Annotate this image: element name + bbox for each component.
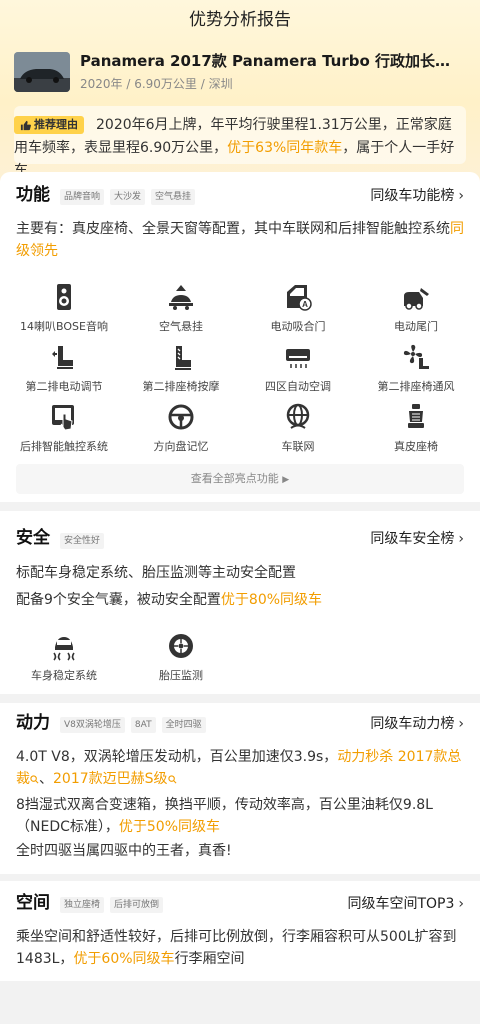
safety-rank-link[interactable]: 同级车安全榜 › bbox=[370, 529, 464, 549]
feature-item[interactable]: 空气悬挂 bbox=[121, 282, 241, 334]
feature-item-label: 车联网 bbox=[281, 440, 315, 453]
power-para3: 全时四驱当属四驱中的王者，真香! bbox=[16, 843, 232, 859]
chip: 全时四驱 bbox=[161, 717, 206, 733]
feature-item[interactable]: 真皮座椅 bbox=[356, 402, 476, 454]
safety-line2: 配备9个安全气囊，被动安全配置优于80%同级车 bbox=[16, 589, 466, 611]
space-rank-link[interactable]: 同级车空间TOP3 › bbox=[347, 894, 464, 914]
safety-item[interactable]: 车身稳定系统 bbox=[4, 631, 124, 683]
feature-item[interactable]: 14喇叭BOSE音响 bbox=[4, 282, 124, 334]
svg-text:A: A bbox=[302, 300, 308, 309]
view-all-features-button[interactable]: 查看全部亮点功能 ▶ bbox=[16, 464, 464, 494]
power-chips: V8双涡轮增压 8AT 全时四驱 bbox=[60, 717, 206, 733]
search-icon bbox=[30, 774, 39, 783]
space-para1-text: 行李厢空间 bbox=[174, 951, 245, 967]
feature-rank-label: 同级车功能榜 bbox=[370, 188, 455, 204]
safety-line2-text: 配备9个安全气囊，被动安全配置 bbox=[16, 592, 221, 608]
air-suspension-icon bbox=[169, 285, 193, 310]
feature-title: 功能 bbox=[16, 185, 50, 205]
power-para1-text: 4.0T V8，双涡轮增压发动机，百公里加速仅3.9s， bbox=[16, 749, 338, 765]
tailgate-icon bbox=[404, 288, 429, 310]
ac-icon bbox=[286, 349, 310, 368]
chip: 后排可放倒 bbox=[110, 897, 164, 913]
power-title: 动力 bbox=[16, 713, 50, 733]
view-all-features-label: 查看全部亮点功能 bbox=[190, 472, 279, 485]
feature-item[interactable]: 第二排座椅按摩 bbox=[121, 342, 241, 394]
feature-item[interactable]: 电动尾门 bbox=[356, 282, 476, 334]
feature-item[interactable]: 第二排座椅通风 bbox=[356, 342, 476, 394]
chip: 安全性好 bbox=[60, 533, 105, 549]
feature-item-label: 后排智能触控系统 bbox=[20, 440, 108, 453]
chip: 品牌音响 bbox=[60, 189, 105, 205]
seat-massage-icon bbox=[175, 346, 191, 370]
feature-item[interactable]: A 电动吸合门 bbox=[238, 282, 358, 334]
fan-icon bbox=[403, 344, 429, 369]
power-rank-label: 同级车动力榜 bbox=[370, 716, 455, 732]
chip: V8双涡轮增压 bbox=[60, 717, 125, 733]
feature-item-label: 真皮座椅 bbox=[394, 440, 438, 453]
space-para1: 乘坐空间和舒适性较好，后排可比例放倒，行李厢容积可从500L扩容到1483L，优… bbox=[16, 926, 466, 970]
feature-chips: 品牌音响 大沙发 空气悬挂 bbox=[60, 189, 196, 205]
page-title: 优势分析报告 bbox=[189, 10, 291, 30]
chip: 大沙发 bbox=[110, 189, 146, 205]
stability-icon bbox=[53, 637, 75, 661]
car-meta: 2020年 / 6.90万公里 / 深圳 bbox=[80, 77, 233, 91]
safety-title: 安全 bbox=[16, 528, 50, 548]
feature-item[interactable]: 车联网 bbox=[238, 402, 358, 454]
feature-item-label: 第二排座椅按摩 bbox=[142, 380, 220, 393]
power-para1: 4.0T V8，双涡轮增压发动机，百公里加速仅3.9s，动力秒杀 2017款总裁… bbox=[16, 749, 462, 787]
door-icon: A bbox=[287, 285, 312, 311]
feature-item-label: 四区自动空调 bbox=[265, 380, 331, 393]
touch-icon bbox=[52, 405, 74, 431]
safety-item[interactable]: 胎压监测 bbox=[121, 631, 241, 683]
chip: 8AT bbox=[130, 717, 156, 733]
safety-chips: 安全性好 bbox=[60, 533, 105, 549]
feature-item[interactable]: 方向盘记忆 bbox=[121, 402, 241, 454]
power-para2-highlight: 优于50%同级车 bbox=[118, 819, 220, 835]
feature-desc-text: 主要有：真皮座椅、全景天窗等配置，其中车联网和后排智能触控系统 bbox=[16, 221, 450, 237]
speaker-icon bbox=[57, 284, 71, 310]
feature-rank-link[interactable]: 同级车功能榜 › bbox=[370, 186, 464, 206]
power-para2: 8挡湿式双离合变速箱，换挡平顺，传动效率高，百公里油耗仅9.8L（NEDC标准）… bbox=[16, 794, 466, 838]
safety-item-label: 胎压监测 bbox=[159, 669, 203, 682]
recommend-highlight: 优于63%同年款车 bbox=[227, 140, 343, 156]
feature-item-label: 电动尾门 bbox=[394, 320, 438, 333]
steering-wheel-icon bbox=[168, 404, 194, 430]
feature-item-label: 方向盘记忆 bbox=[153, 440, 209, 453]
power-para2-text: 8挡湿式双离合变速箱，换挡平顺，传动效率高，百公里油耗仅9.8L（NEDC标准）… bbox=[16, 797, 433, 835]
seat-adjust-icon bbox=[52, 346, 73, 369]
power-rank-link[interactable]: 同级车动力榜 › bbox=[370, 714, 464, 734]
feature-item-label: 14喇叭BOSE音响 bbox=[20, 320, 108, 333]
feature-item-label: 第二排电动调节 bbox=[25, 380, 103, 393]
chevron-right-icon: › bbox=[458, 188, 464, 204]
safety-item-label: 车身稳定系统 bbox=[31, 669, 97, 682]
car-thumbnail[interactable] bbox=[14, 52, 70, 92]
safety-rank-label: 同级车安全榜 bbox=[370, 531, 455, 547]
space-title: 空间 bbox=[16, 893, 50, 913]
globe-icon bbox=[286, 403, 310, 429]
space-rank-label: 同级车空间TOP3 bbox=[347, 896, 455, 912]
chevron-right-icon: › bbox=[458, 716, 464, 732]
feature-item-label: 空气悬挂 bbox=[159, 320, 203, 333]
safety-line1: 标配车身稳定系统、胎压监测等主动安全配置 bbox=[16, 565, 296, 581]
feature-item[interactable]: 四区自动空调 bbox=[238, 342, 358, 394]
chevron-right-icon: › bbox=[458, 896, 464, 912]
leather-seat-icon bbox=[408, 404, 424, 428]
competitor-link[interactable]: 2017款迈巴赫S级 bbox=[53, 771, 168, 787]
space-para1-highlight: 优于60%同级车 bbox=[73, 951, 175, 967]
search-icon bbox=[167, 774, 176, 783]
chip: 独立座椅 bbox=[60, 897, 105, 913]
feature-item-label: 第二排座椅通风 bbox=[377, 380, 455, 393]
chip: 空气悬挂 bbox=[151, 189, 196, 205]
feature-item-label: 电动吸合门 bbox=[270, 320, 326, 333]
feature-item[interactable]: 第二排电动调节 bbox=[4, 342, 124, 394]
car-title[interactable]: Panamera 2017款 Panamera Turbo 行政加长版 4...… bbox=[80, 50, 465, 72]
tire-icon bbox=[169, 634, 193, 658]
chevron-right-icon: › bbox=[458, 531, 464, 547]
space-chips: 独立座椅 后排可放倒 bbox=[60, 897, 164, 913]
caret-right-icon: ▶ bbox=[282, 475, 290, 485]
feature-desc: 主要有：真皮座椅、全景天窗等配置，其中车联网和后排智能触控系统同级领先 bbox=[16, 218, 466, 262]
feature-item[interactable]: 后排智能触控系统 bbox=[4, 402, 124, 454]
safety-line2-highlight: 优于80%同级车 bbox=[220, 592, 323, 608]
